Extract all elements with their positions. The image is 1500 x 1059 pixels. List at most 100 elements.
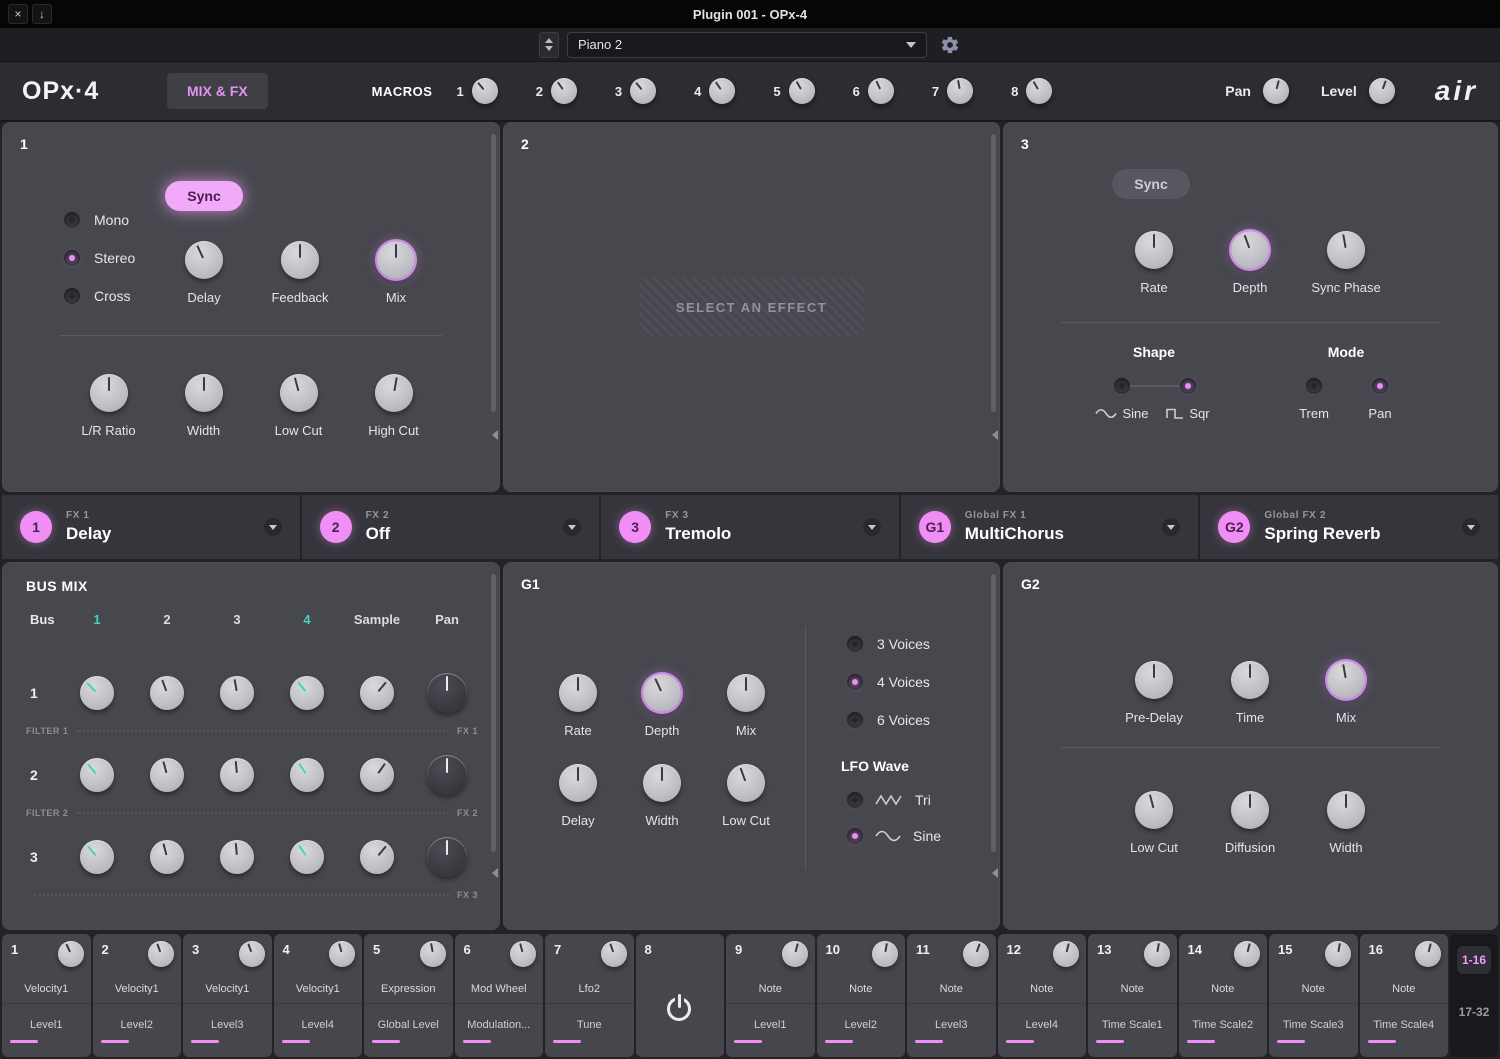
radio-icon[interactable] — [1180, 378, 1196, 394]
fx-slot-g2[interactable]: G2 Global FX 2 Spring Reverb — [1200, 495, 1498, 559]
fx-slot-g1[interactable]: G1 Global FX 1 MultiChorus — [901, 495, 1199, 559]
scroll-left-icon[interactable] — [992, 430, 998, 440]
page-17-32-button[interactable]: 17-32 — [1454, 998, 1495, 1026]
depth-knob[interactable] — [643, 674, 681, 712]
pre-delay-knob[interactable] — [1135, 661, 1173, 699]
bus2-pan-knob[interactable] — [427, 755, 467, 795]
low-cut-knob[interactable] — [280, 374, 318, 412]
close-icon[interactable]: × — [8, 4, 28, 24]
pan-option[interactable]: Pan — [1347, 378, 1413, 420]
scroll-left-icon[interactable] — [992, 868, 998, 878]
diffusion-knob[interactable] — [1231, 791, 1269, 829]
macro-1-knob[interactable] — [472, 78, 498, 104]
macro-slot-4[interactable]: 4 Velocity1 Level4 — [274, 934, 363, 1057]
macro-slot-knob[interactable] — [1415, 941, 1441, 967]
macro-6-knob[interactable] — [868, 78, 894, 104]
voices-6-option[interactable]: 6 Voices — [847, 710, 930, 730]
gear-icon[interactable] — [939, 34, 961, 56]
bus1-sample-knob[interactable] — [360, 676, 394, 710]
macro-slot-8[interactable]: 8 — [636, 934, 725, 1057]
sine-option[interactable]: Sine — [847, 826, 941, 846]
chevron-down-icon[interactable] — [563, 518, 581, 536]
delay-knob[interactable] — [559, 764, 597, 802]
fx-slot-2[interactable]: 2 FX 2 Off — [302, 495, 600, 559]
select-an-effect-placeholder[interactable]: SELECT AN EFFECT — [640, 278, 864, 336]
macro-2-knob[interactable] — [551, 78, 577, 104]
rate-knob[interactable] — [1135, 231, 1173, 269]
macro-slot-2[interactable]: 2 Velocity1 Level2 — [93, 934, 182, 1057]
scrollbar[interactable] — [991, 574, 996, 852]
bus3-send4-knob[interactable] — [290, 840, 324, 874]
macro-slot-knob[interactable] — [601, 941, 627, 967]
radio-icon[interactable] — [847, 674, 863, 690]
macro-7-knob[interactable] — [947, 78, 973, 104]
fx-slot-1[interactable]: 1 FX 1 Delay — [2, 495, 300, 559]
scroll-left-icon[interactable] — [492, 868, 498, 878]
sync-phase-knob[interactable] — [1327, 231, 1365, 269]
macro-slot-13[interactable]: 13 Note Time Scale1 — [1088, 934, 1177, 1057]
time-knob[interactable] — [1231, 661, 1269, 699]
delay-knob[interactable] — [185, 241, 223, 279]
fx1-sync-button[interactable]: Sync — [165, 181, 243, 211]
bus1-send4-knob[interactable] — [290, 676, 324, 710]
radio-icon[interactable] — [847, 792, 863, 808]
level-knob[interactable] — [1369, 78, 1395, 104]
width-knob[interactable] — [1327, 791, 1365, 829]
width-knob[interactable] — [185, 374, 223, 412]
macro-slot-5[interactable]: 5 Expression Global Level — [364, 934, 453, 1057]
macro-slot-6[interactable]: 6 Mod Wheel Modulation... — [455, 934, 544, 1057]
high-cut-knob[interactable] — [375, 374, 413, 412]
feedback-knob[interactable] — [281, 241, 319, 279]
macro-slot-11[interactable]: 11 Note Level3 — [907, 934, 996, 1057]
macro-slot-3[interactable]: 3 Velocity1 Level3 — [183, 934, 272, 1057]
scroll-left-icon[interactable] — [492, 430, 498, 440]
bus1-pan-knob[interactable] — [427, 673, 467, 713]
download-icon[interactable]: ↓ — [32, 4, 52, 24]
radio-icon[interactable] — [64, 288, 80, 304]
radio-icon[interactable] — [1372, 378, 1388, 394]
bus2-send2-knob[interactable] — [150, 758, 184, 792]
scrollbar[interactable] — [991, 134, 996, 412]
bus1-send2-knob[interactable] — [150, 676, 184, 710]
bus3-send2-knob[interactable] — [150, 840, 184, 874]
bus1-send3-knob[interactable] — [220, 676, 254, 710]
mix-knob[interactable] — [377, 241, 415, 279]
cross-option[interactable]: Cross — [64, 286, 135, 306]
scrollbar[interactable] — [491, 134, 496, 412]
stereo-option[interactable]: Stereo — [64, 248, 135, 268]
chevron-down-icon[interactable] — [1462, 518, 1480, 536]
macro-slot-knob[interactable] — [1325, 941, 1351, 967]
bus3-send1-knob[interactable] — [80, 840, 114, 874]
macro-slot-knob[interactable] — [239, 941, 265, 967]
tri-option[interactable]: Tri — [847, 790, 941, 810]
macro-slot-16[interactable]: 16 Note Time Scale4 — [1360, 934, 1449, 1057]
macro-4-knob[interactable] — [709, 78, 735, 104]
power-button[interactable] — [666, 994, 694, 1022]
macro-slot-knob[interactable] — [1144, 941, 1170, 967]
macro-slot-10[interactable]: 10 Note Level2 — [817, 934, 906, 1057]
radio-icon[interactable] — [1114, 378, 1130, 394]
macro-slot-knob[interactable] — [1053, 941, 1079, 967]
mono-option[interactable]: Mono — [64, 210, 135, 230]
radio-icon[interactable] — [64, 212, 80, 228]
macro-slot-knob[interactable] — [872, 941, 898, 967]
macro-slot-knob[interactable] — [963, 941, 989, 967]
low-cut-knob[interactable] — [1135, 791, 1173, 829]
sine-option[interactable]: Sine — [1089, 378, 1155, 420]
macro-3-knob[interactable] — [630, 78, 656, 104]
rate-knob[interactable] — [559, 674, 597, 712]
bus3-sample-knob[interactable] — [360, 840, 394, 874]
macro-slot-knob[interactable] — [148, 941, 174, 967]
macro-8-knob[interactable] — [1026, 78, 1052, 104]
bus1-send1-knob[interactable] — [80, 676, 114, 710]
mix-knob[interactable] — [727, 674, 765, 712]
macro-slot-1[interactable]: 1 Velocity1 Level1 — [2, 934, 91, 1057]
mix-knob[interactable] — [1327, 661, 1365, 699]
bus2-send1-knob[interactable] — [80, 758, 114, 792]
chevron-down-icon[interactable] — [1162, 518, 1180, 536]
preset-stepper[interactable] — [539, 32, 559, 58]
page-1-16-button[interactable]: 1-16 — [1457, 946, 1491, 974]
bus2-send3-knob[interactable] — [220, 758, 254, 792]
macro-slot-knob[interactable] — [782, 941, 808, 967]
bus2-send4-knob[interactable] — [290, 758, 324, 792]
